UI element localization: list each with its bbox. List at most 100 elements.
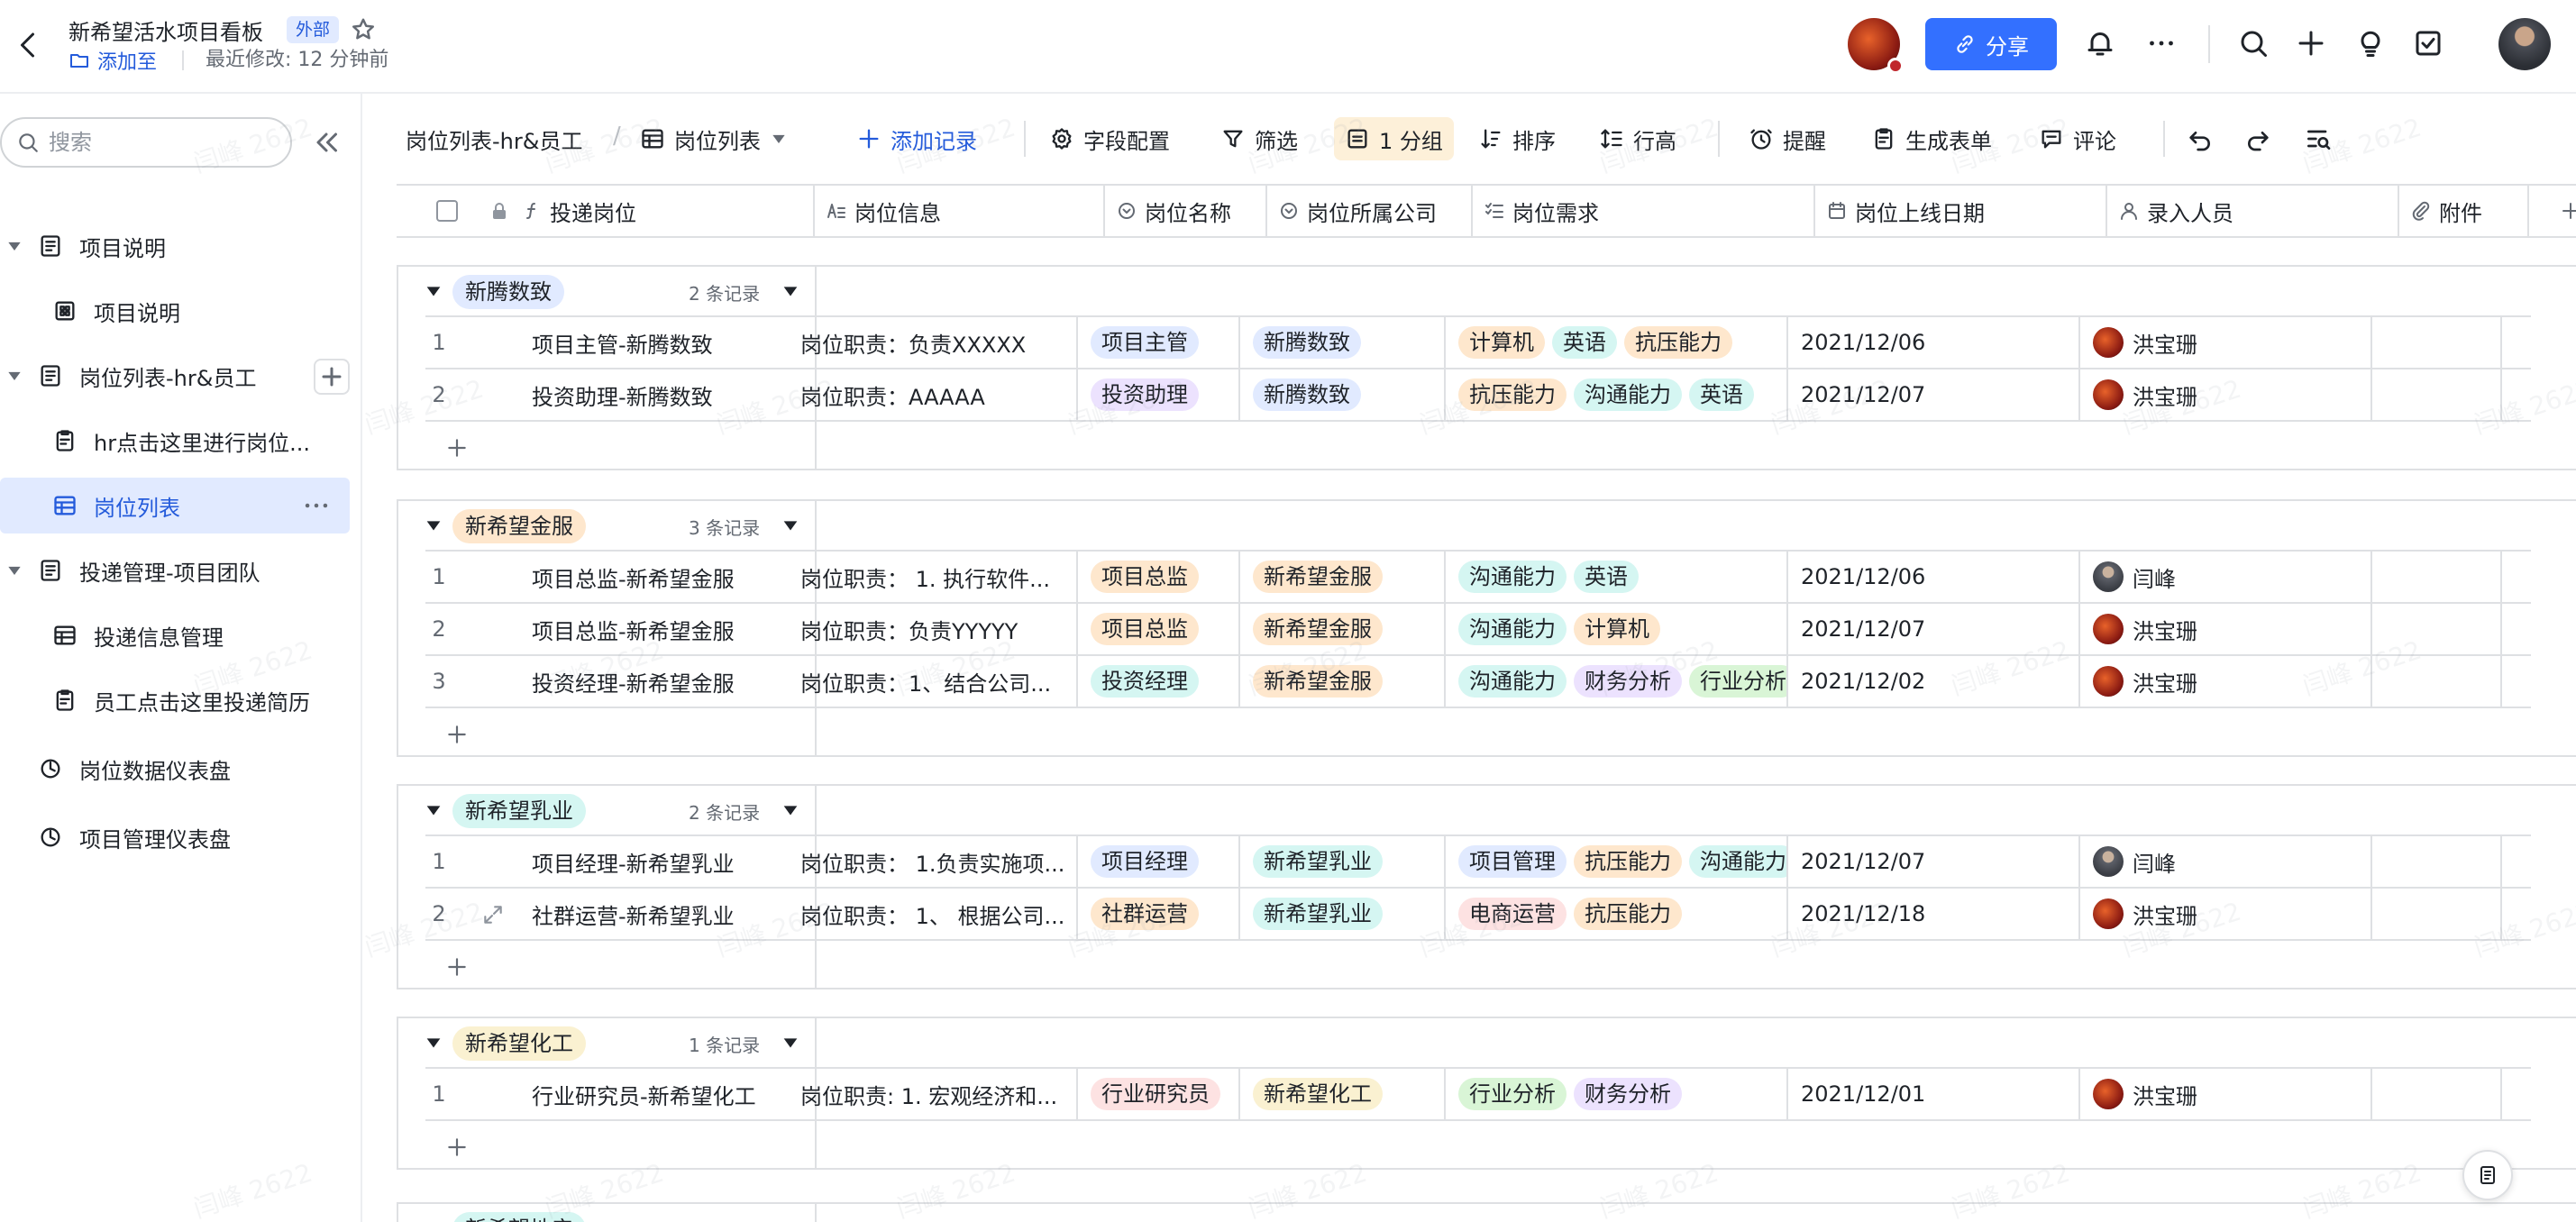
cell-date[interactable]: 2021/12/07	[1788, 369, 2080, 420]
cell-person[interactable]: 洪宝珊	[2080, 656, 2372, 707]
back-icon[interactable]	[13, 27, 45, 63]
cell-needs[interactable]: 项目管理 抗压能力 沟通能力	[1446, 836, 1788, 887]
sidebar-item-job-dashboard[interactable]: 岗位数据仪表盘	[0, 741, 350, 797]
bulb-icon[interactable]	[2354, 27, 2387, 59]
column-header-info[interactable]: 岗位信息	[815, 186, 1105, 236]
add-record-row[interactable]	[425, 707, 2531, 759]
caret-down-icon[interactable]	[5, 561, 23, 579]
table-row[interactable]: 2 投资助理-新腾数致 岗位职责：AAAAA 投资助理 新腾数致 抗压能力 沟通能力 英语 20…	[425, 368, 2531, 420]
table-row[interactable]: 1 行业研究员-新希望化工 岗位职责: 1. 宏观经济和... 行业研究员 新希望化工行…	[425, 1067, 2531, 1119]
add-record-button[interactable]: 添加记录	[856, 117, 977, 160]
table-row[interactable]: 2 社群运营-新希望乳业 岗位职责： 1、 根据公司... 社群运营 新希望乳业 电商运营…	[425, 887, 2531, 939]
cell-attach[interactable]	[2372, 317, 2502, 368]
filter-button[interactable]: 筛选	[1220, 117, 1298, 160]
caret-down-icon[interactable]	[5, 367, 23, 385]
cell-info[interactable]: 岗位职责：负责YYYYY	[788, 604, 1078, 654]
plus-icon[interactable]	[2295, 27, 2327, 59]
row-height-button[interactable]: 行高	[1599, 117, 1676, 160]
caret-down-icon[interactable]	[424, 1033, 443, 1053]
add-record-row[interactable]	[425, 420, 2531, 472]
cell-company[interactable]: 新希望乳业	[1240, 889, 1446, 939]
cell-position[interactable]: 社群运营-新希望乳业	[425, 889, 817, 939]
cell-attach[interactable]	[2372, 836, 2502, 887]
sidebar-item-job-list-folder[interactable]: 岗位列表-hr&员工	[0, 348, 350, 404]
document-fab[interactable]	[2462, 1150, 2513, 1200]
cell-needs[interactable]: 电商运营 抗压能力	[1446, 889, 1788, 939]
cell-position[interactable]: 行业研究员-新希望化工	[425, 1069, 817, 1119]
cell-position[interactable]: 项目主管-新腾数致	[425, 317, 817, 368]
sort-button[interactable]: 排序	[1478, 117, 1556, 160]
user-avatar[interactable]	[2498, 18, 2551, 70]
view-switcher[interactable]: 岗位列表	[640, 117, 788, 160]
plus-icon[interactable]	[445, 436, 469, 460]
cell-person[interactable]: 洪宝珊	[2080, 1069, 2372, 1119]
cell-title[interactable]: 投资经理	[1078, 656, 1240, 707]
column-header-company[interactable]: 岗位所属公司	[1267, 186, 1473, 236]
cell-company[interactable]: 新腾数致	[1240, 369, 1446, 420]
cell-info[interactable]: 岗位职责： 1. 执行软件...	[788, 552, 1078, 602]
sidebar-item-delivery-info[interactable]: 投递信息管理	[0, 607, 350, 663]
cell-info[interactable]: 岗位职责：AAAAA	[788, 369, 1078, 420]
cell-person[interactable]: 闫峰	[2080, 836, 2372, 887]
add-column-icon[interactable]	[2560, 200, 2576, 222]
plus-icon[interactable]	[445, 955, 469, 979]
column-header-title[interactable]: 岗位名称	[1105, 186, 1267, 236]
sidebar-item-job-list[interactable]: 岗位列表	[0, 478, 350, 533]
cell-title[interactable]: 项目主管	[1078, 317, 1240, 368]
cell-date[interactable]: 2021/12/02	[1788, 656, 2080, 707]
search-icon[interactable]	[2237, 27, 2270, 59]
caret-down-icon[interactable]	[781, 800, 800, 820]
cell-person[interactable]: 闫峰	[2080, 552, 2372, 602]
group-button[interactable]: 1 分组	[1334, 117, 1454, 160]
cell-date[interactable]: 2021/12/07	[1788, 836, 2080, 887]
field-config-button[interactable]: 字段配置	[1049, 117, 1170, 160]
add-to-folder-button[interactable]: 添加至	[69, 47, 157, 74]
caret-down-icon[interactable]	[424, 1218, 443, 1222]
table-row[interactable]: 1 项目总监-新希望金服 岗位职责： 1. 执行软件... 项目总监 新希望金服 沟通能力…	[425, 550, 2531, 602]
cell-title[interactable]: 项目总监	[1078, 604, 1240, 654]
cell-needs[interactable]: 沟通能力 计算机	[1446, 604, 1788, 654]
sidebar-item-hr-form[interactable]: hr点击这里进行岗位...	[0, 413, 350, 469]
add-record-row[interactable]	[425, 939, 2531, 991]
cell-attach[interactable]	[2372, 604, 2502, 654]
cell-person[interactable]: 洪宝珊	[2080, 317, 2372, 368]
cell-needs[interactable]: 行业分析 财务分析	[1446, 1069, 1788, 1119]
cell-needs[interactable]: 沟通能力 英语	[1446, 552, 1788, 602]
caret-down-icon[interactable]	[781, 1218, 800, 1222]
more-icon[interactable]	[2145, 27, 2178, 59]
sidebar-item-resume-form[interactable]: 员工点击这里投递简历	[0, 672, 350, 728]
add-record-row[interactable]	[425, 1119, 2531, 1172]
cell-title[interactable]: 投资助理	[1078, 369, 1240, 420]
bell-icon[interactable]	[2084, 27, 2116, 59]
caret-down-icon[interactable]	[781, 1033, 800, 1053]
cell-company[interactable]: 新希望金服	[1240, 552, 1446, 602]
cell-company[interactable]: 新希望金服	[1240, 604, 1446, 654]
cell-person[interactable]: 洪宝珊	[2080, 889, 2372, 939]
cell-title[interactable]: 社群运营	[1078, 889, 1240, 939]
task-icon[interactable]	[2412, 27, 2444, 59]
cell-attach[interactable]	[2372, 552, 2502, 602]
select-all-checkbox[interactable]	[436, 200, 458, 222]
cell-info[interactable]: 岗位职责：负责XXXXX	[788, 317, 1078, 368]
caret-down-icon[interactable]	[5, 237, 23, 255]
caret-down-icon[interactable]	[424, 515, 443, 535]
caret-down-icon[interactable]	[781, 281, 800, 301]
cell-needs[interactable]: 抗压能力 沟通能力 英语	[1446, 369, 1788, 420]
cell-position[interactable]: 项目总监-新希望金服	[425, 604, 817, 654]
cell-company[interactable]: 新希望乳业	[1240, 836, 1446, 887]
collapse-sidebar-icon[interactable]	[310, 126, 343, 159]
caret-down-icon[interactable]	[781, 515, 800, 535]
cell-date[interactable]: 2021/12/18	[1788, 889, 2080, 939]
table-row[interactable]: 2 项目总监-新希望金服 岗位职责：负责YYYYY 项目总监 新希望金服 沟通能力 计算机 2…	[425, 602, 2531, 654]
redo-icon[interactable]	[2244, 117, 2273, 160]
cell-attach[interactable]	[2372, 889, 2502, 939]
column-header-person[interactable]: 录入人员	[2107, 186, 2399, 236]
share-button[interactable]: 分享	[1925, 18, 2057, 70]
plus-icon[interactable]	[445, 1135, 469, 1159]
comment-button[interactable]: 评论	[2039, 117, 2116, 160]
cell-title[interactable]: 项目经理	[1078, 836, 1240, 887]
add-page-icon[interactable]	[314, 359, 350, 395]
sidebar-item-delivery-folder[interactable]: 投递管理-项目团队	[0, 543, 350, 598]
cell-info[interactable]: 岗位职责： 1.负责实施项...	[788, 836, 1078, 887]
cell-title[interactable]: 行业研究员	[1078, 1069, 1240, 1119]
